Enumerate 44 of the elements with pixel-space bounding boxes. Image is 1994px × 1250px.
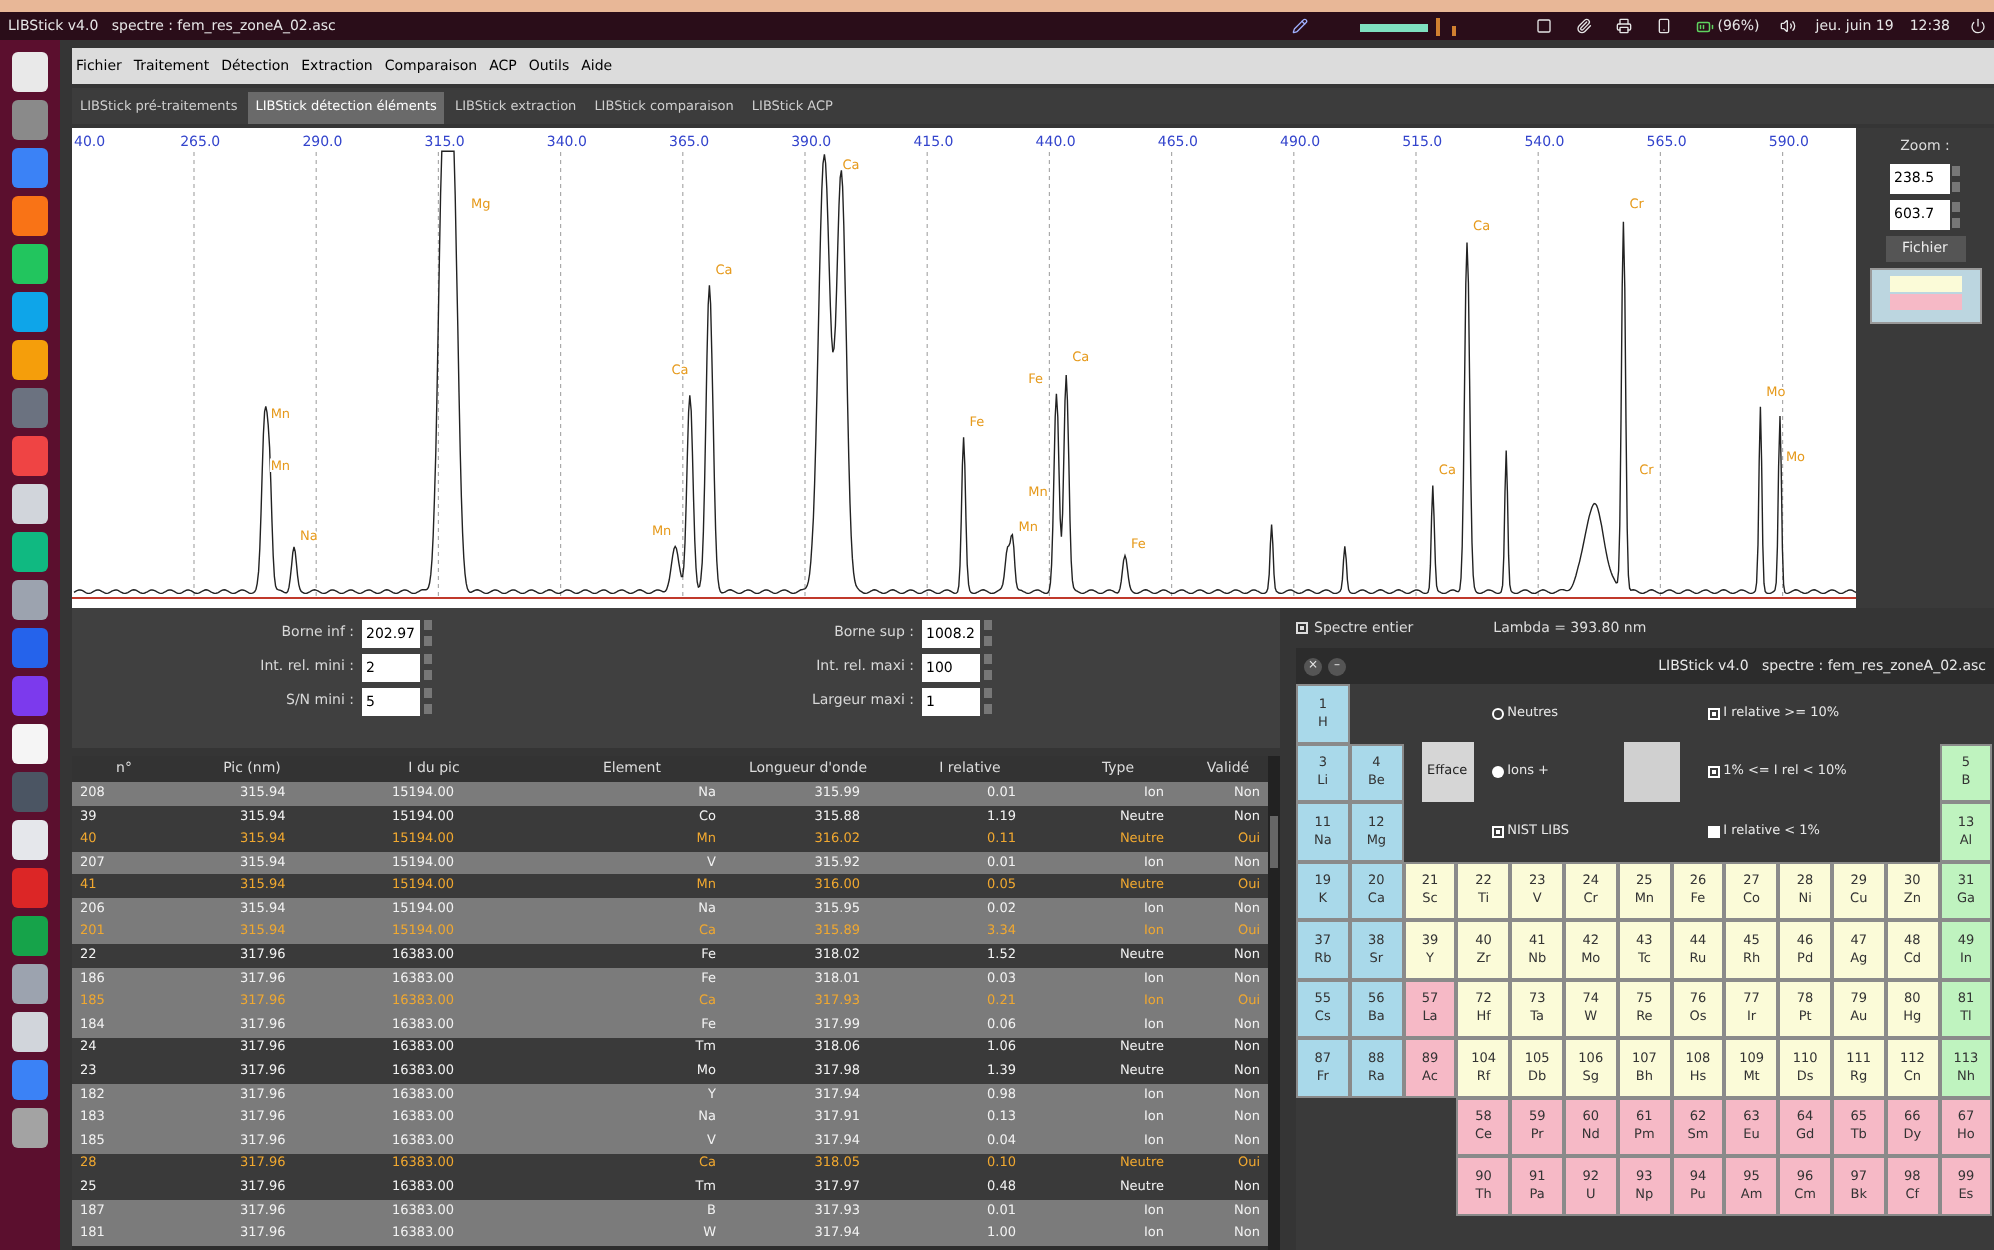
app-launcher-icon[interactable] [12,964,48,1004]
app-launcher-icon[interactable] [12,532,48,572]
app-launcher-icon[interactable] [12,52,48,92]
app-launcher-icon[interactable] [12,1060,48,1100]
spin-arrows-icon[interactable] [1952,165,1960,191]
volume-icon[interactable] [1779,18,1796,34]
spin-arrows-icon[interactable] [984,688,992,714]
app-launcher-icon[interactable] [12,628,48,668]
app-launcher-icon[interactable] [12,1012,48,1052]
app-launcher-icon[interactable] [12,340,48,380]
spin-arrows-icon[interactable] [984,654,992,680]
app-launcher-icon[interactable] [12,100,48,140]
paperclip-icon[interactable] [1575,18,1592,34]
app-launcher-icon[interactable] [12,868,48,908]
printer-icon[interactable] [1615,18,1632,34]
app-launcher-icon[interactable] [12,580,48,620]
battery-icon[interactable] [1695,17,1714,35]
app-launcher-icon[interactable] [12,196,48,236]
thumbnail-preview[interactable] [1869,267,1981,323]
spin-arrows-icon[interactable] [424,620,432,646]
radio-button[interactable] [1491,707,1504,720]
checkbox[interactable] [1296,622,1308,634]
spin-arrows-icon[interactable] [424,688,432,714]
app-launcher-icon[interactable] [12,244,48,284]
app-launcher-icon[interactable] [12,916,48,956]
app-launcher-icon[interactable] [12,820,48,860]
app-launcher-icon[interactable] [12,292,48,332]
app-launcher-icon[interactable] [12,676,48,716]
spin-arrows-icon[interactable] [424,654,432,680]
spin-arrows-icon[interactable] [984,620,992,646]
color-swatch[interactable] [1623,742,1680,803]
app-launcher-icon[interactable] [12,148,48,188]
spin-arrows-icon[interactable] [1952,201,1960,227]
power-icon[interactable] [1970,18,1986,34]
app-launcher-icon[interactable] [12,724,48,764]
app-launcher-icon[interactable] [12,436,48,476]
app-launcher-icon[interactable] [12,1108,48,1148]
app-launcher-icon[interactable] [12,484,48,524]
phone-icon[interactable] [1655,18,1672,34]
radio-button[interactable] [1491,766,1504,779]
scrollbar[interactable] [1268,756,1280,1250]
app-launcher-icon[interactable] [12,388,48,428]
pencil-icon[interactable] [1291,18,1308,34]
window-icon[interactable] [1535,18,1552,34]
